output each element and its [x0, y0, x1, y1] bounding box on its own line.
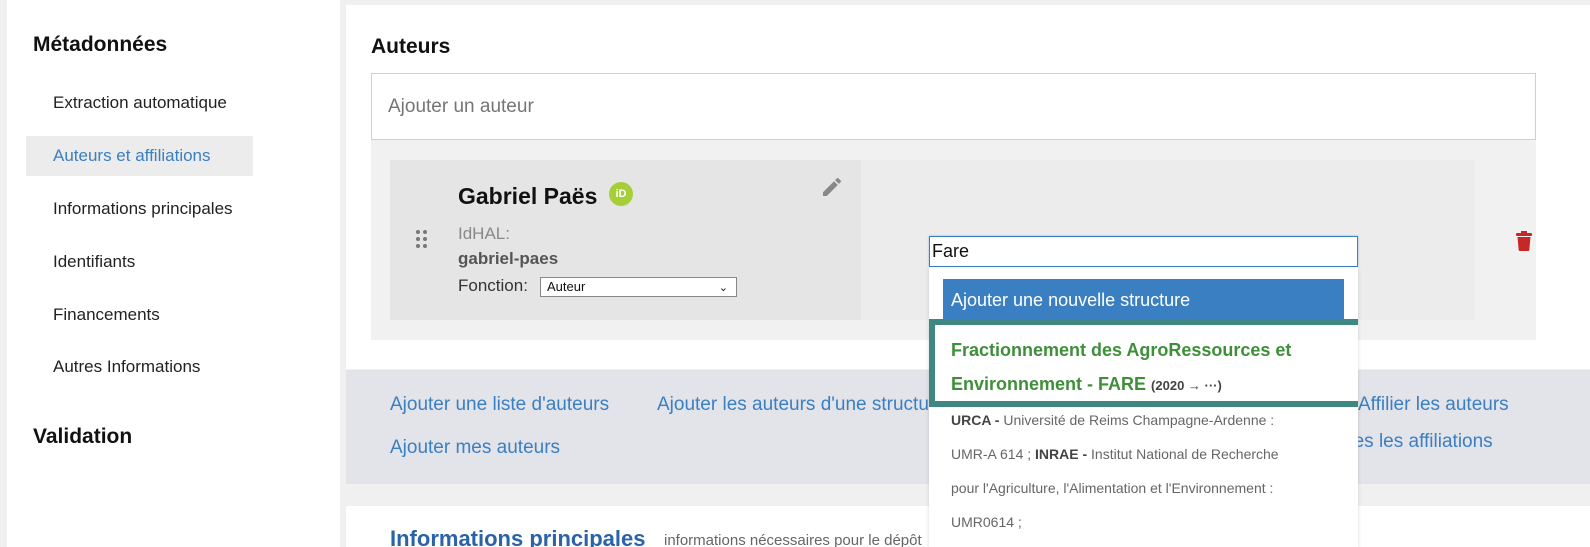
main-info-subtitle: informations nécessaires pour le dépôt: [664, 532, 922, 547]
idhal-label: IdHAL:: [458, 224, 510, 243]
sidebar-item-extraction[interactable]: Extraction automatique: [26, 83, 253, 123]
add-structure-authors-link[interactable]: Ajouter les auteurs d'une structure: [657, 394, 946, 416]
chevron-down-icon: ⌄: [718, 282, 728, 294]
structure-search-input[interactable]: [929, 236, 1358, 267]
structure-option-details: URCA - Université de Reims Champagne-Ard…: [951, 403, 1331, 539]
sidebar-item-funding[interactable]: Financements: [26, 295, 253, 335]
structure-detail-line: pour l'Agriculture, l'Alimentation et l'…: [951, 480, 1274, 496]
sidebar-item-identifiers[interactable]: Identifiants: [26, 242, 253, 282]
affiliate-authors-link[interactable]: Affilier les auteurs: [1358, 394, 1509, 416]
author-card: Gabriel Paës iD IdHAL: gabriel-paes Fonc…: [390, 160, 861, 320]
trash-icon[interactable]: [1516, 231, 1532, 256]
structure-option-date: (2020 → ···): [1151, 378, 1222, 393]
structure-option-name: Fractionnement des AgroRessources et Env…: [951, 340, 1292, 394]
detail-text: Université de Reims Champagne-Ardenne :: [999, 412, 1275, 428]
main-info-title[interactable]: Informations principales: [390, 526, 646, 547]
detail-text: Institut National de Recherche: [1087, 446, 1279, 462]
fonction-label: Fonction:: [458, 276, 528, 295]
sidebar-heading-metadata: Métadonnées: [33, 33, 168, 56]
structure-detail-line: URCA - Université de Reims Champagne-Ard…: [951, 403, 1331, 437]
add-author-input[interactable]: [371, 73, 1536, 140]
drag-handle-icon[interactable]: [416, 230, 428, 253]
structure-option-label: Fractionnement des AgroRessources et Env…: [951, 333, 1321, 403]
structure-option-highlighted[interactable]: Fractionnement des AgroRessources et Env…: [929, 319, 1358, 407]
fonction-selected-value: Auteur: [547, 279, 586, 294]
structure-detail-line: UMR0614 ;: [951, 514, 1022, 530]
detail-acronym: URCA -: [951, 412, 1000, 428]
orcid-icon[interactable]: iD: [609, 182, 633, 206]
structure-autocomplete-dropdown: Ajouter une nouvelle structure Fractionn…: [929, 267, 1358, 547]
section-title: Auteurs: [371, 35, 451, 58]
author-name: Gabriel Paës: [458, 183, 598, 209]
add-new-structure-option[interactable]: Ajouter une nouvelle structure: [943, 279, 1344, 321]
sidebar-heading-validation[interactable]: Validation: [33, 425, 132, 449]
detail-acronym: INRAE -: [1035, 446, 1088, 462]
sidebar-item-authors[interactable]: Auteurs et affiliations: [26, 136, 253, 176]
detail-text: UMR-A 614 ;: [951, 446, 1036, 462]
sidebar-item-other-info[interactable]: Autres Informations: [26, 347, 253, 387]
sidebar: Métadonnées Extraction automatique Auteu…: [7, 0, 340, 547]
idhal-value: gabriel-paes: [458, 249, 559, 268]
edit-icon[interactable]: [820, 175, 844, 204]
structure-detail-line: UMR-A 614 ; INRAE - Institut National de…: [951, 437, 1331, 471]
add-my-authors-link[interactable]: Ajouter mes auteurs: [390, 437, 560, 459]
fonction-select[interactable]: Auteur ⌄: [540, 277, 737, 297]
sidebar-item-main-info[interactable]: Informations principales: [26, 189, 253, 229]
add-author-list-link[interactable]: Ajouter une liste d'auteurs: [390, 394, 609, 416]
